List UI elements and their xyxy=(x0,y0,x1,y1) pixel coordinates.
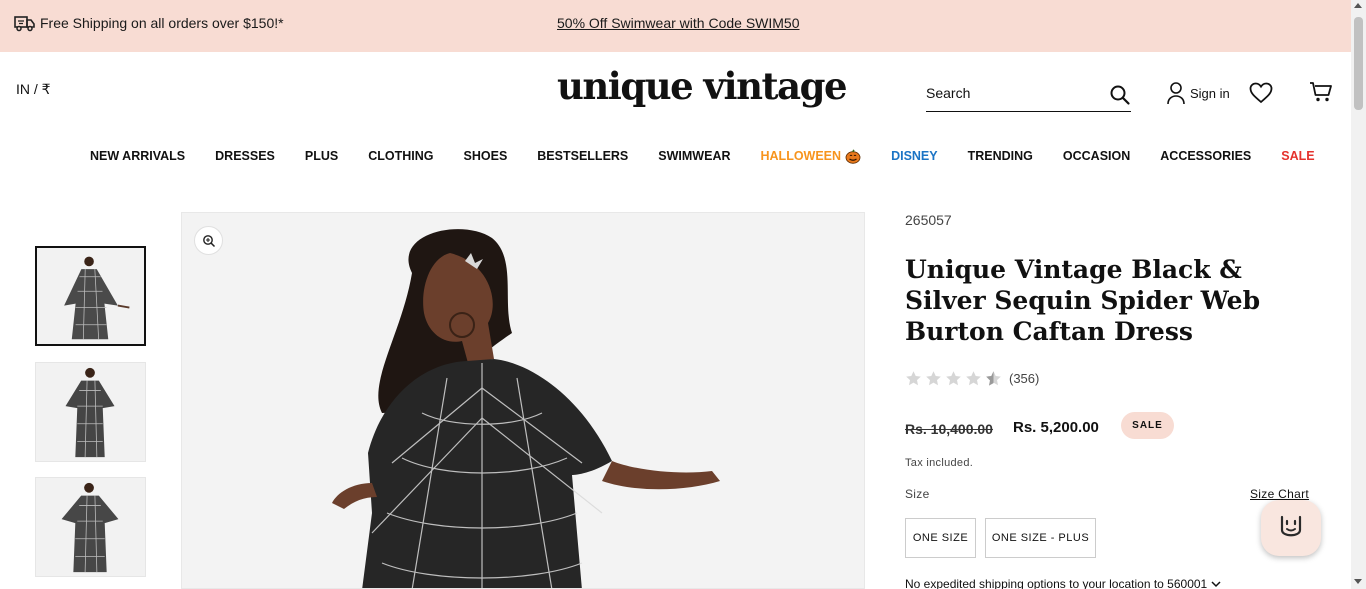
nav-accessories[interactable]: ACCESSORIES xyxy=(1145,148,1266,164)
swimwear-promo-link[interactable]: 50% Off Swimwear with Code SWIM50 xyxy=(557,15,800,31)
chevron-down-icon xyxy=(1211,581,1221,588)
product-thumbnail[interactable] xyxy=(35,362,146,462)
product-title: Unique Vintage Black & Silver Sequin Spi… xyxy=(905,255,1261,346)
zoom-button[interactable] xyxy=(194,226,223,255)
zoom-in-icon xyxy=(202,234,215,247)
scroll-down-arrow[interactable] xyxy=(1354,579,1362,584)
tax-note: Tax included. xyxy=(905,457,974,469)
shipping-availability[interactable]: No expedited shipping options to your lo… xyxy=(905,577,1222,589)
chat-widget-button[interactable] xyxy=(1261,500,1321,556)
nav-clothing[interactable]: CLOTHING xyxy=(353,148,448,164)
nav-new-arrivals[interactable]: NEW ARRIVALS xyxy=(75,148,200,164)
announcement-bar: Free Shipping on all orders over $150!* … xyxy=(0,0,1351,52)
pumpkin-icon xyxy=(845,149,861,164)
nav-bestsellers[interactable]: BESTSELLERS xyxy=(522,148,643,164)
star-icon xyxy=(926,371,941,386)
nav-dresses[interactable]: DRESSES xyxy=(200,148,290,164)
nav-disney[interactable]: DISNEY xyxy=(876,148,953,164)
heart-icon[interactable] xyxy=(1249,82,1273,104)
size-label: Size xyxy=(905,487,930,501)
product-main-image[interactable] xyxy=(181,212,865,589)
free-shipping-text: Free Shipping on all orders over $150!* xyxy=(40,15,284,31)
size-option-one-size-plus[interactable]: ONE SIZE - PLUS xyxy=(985,518,1096,558)
delivery-truck-icon xyxy=(14,16,35,32)
star-half-icon xyxy=(986,371,1001,386)
thumbnail-image xyxy=(36,363,145,461)
original-price: Rs. 10,400.00 xyxy=(905,421,993,437)
nav-shoes[interactable]: SHOES xyxy=(449,148,523,164)
search-input[interactable] xyxy=(926,82,1106,104)
sale-price: Rs. 5,200.00 xyxy=(1013,419,1099,436)
product-thumbnail[interactable] xyxy=(35,246,146,346)
locale-selector[interactable]: IN / ₹ xyxy=(16,81,51,98)
nav-sale[interactable]: SALE xyxy=(1266,148,1329,164)
main-nav: NEW ARRIVALS DRESSES PLUS CLOTHING SHOES… xyxy=(75,148,1330,164)
star-icon xyxy=(966,371,981,386)
thumbnail-image xyxy=(37,248,144,344)
product-photo xyxy=(182,213,864,588)
star-icon xyxy=(906,371,921,386)
nav-halloween-label: HALLOWEEN xyxy=(760,149,842,163)
nav-trending[interactable]: TRENDING xyxy=(953,148,1048,164)
nav-plus[interactable]: PLUS xyxy=(290,148,353,164)
signin-label: Sign in xyxy=(1190,85,1230,101)
search-button[interactable] xyxy=(1109,84,1131,106)
nav-swimwear[interactable]: SWIMWEAR xyxy=(643,148,745,164)
sale-badge: SALE xyxy=(1121,412,1174,439)
chat-smile-icon xyxy=(1280,515,1302,537)
scroll-up-arrow[interactable] xyxy=(1354,3,1362,8)
thumbnail-image xyxy=(36,478,145,576)
search-bar xyxy=(926,80,1131,112)
scrollbar-thumb[interactable] xyxy=(1354,17,1363,110)
nav-halloween[interactable]: HALLOWEEN xyxy=(746,148,877,164)
cart-icon[interactable] xyxy=(1309,81,1333,103)
size-chart-link[interactable]: Size Chart xyxy=(1250,487,1309,501)
review-count: (356) xyxy=(1009,371,1040,386)
signin-link[interactable]: Sign in xyxy=(1166,80,1230,106)
product-rating[interactable]: (356) xyxy=(905,370,1039,387)
search-icon xyxy=(1110,85,1130,105)
site-logo[interactable]: unique vintage xyxy=(557,64,847,108)
product-sku: 265057 xyxy=(905,212,952,228)
product-thumbnail[interactable] xyxy=(35,477,146,577)
user-icon xyxy=(1167,82,1185,105)
shipping-availability-text: No expedited shipping options to your lo… xyxy=(905,577,1208,589)
star-icon xyxy=(946,371,961,386)
size-option-one-size[interactable]: ONE SIZE xyxy=(905,518,976,558)
nav-occasion[interactable]: OCCASION xyxy=(1048,148,1145,164)
